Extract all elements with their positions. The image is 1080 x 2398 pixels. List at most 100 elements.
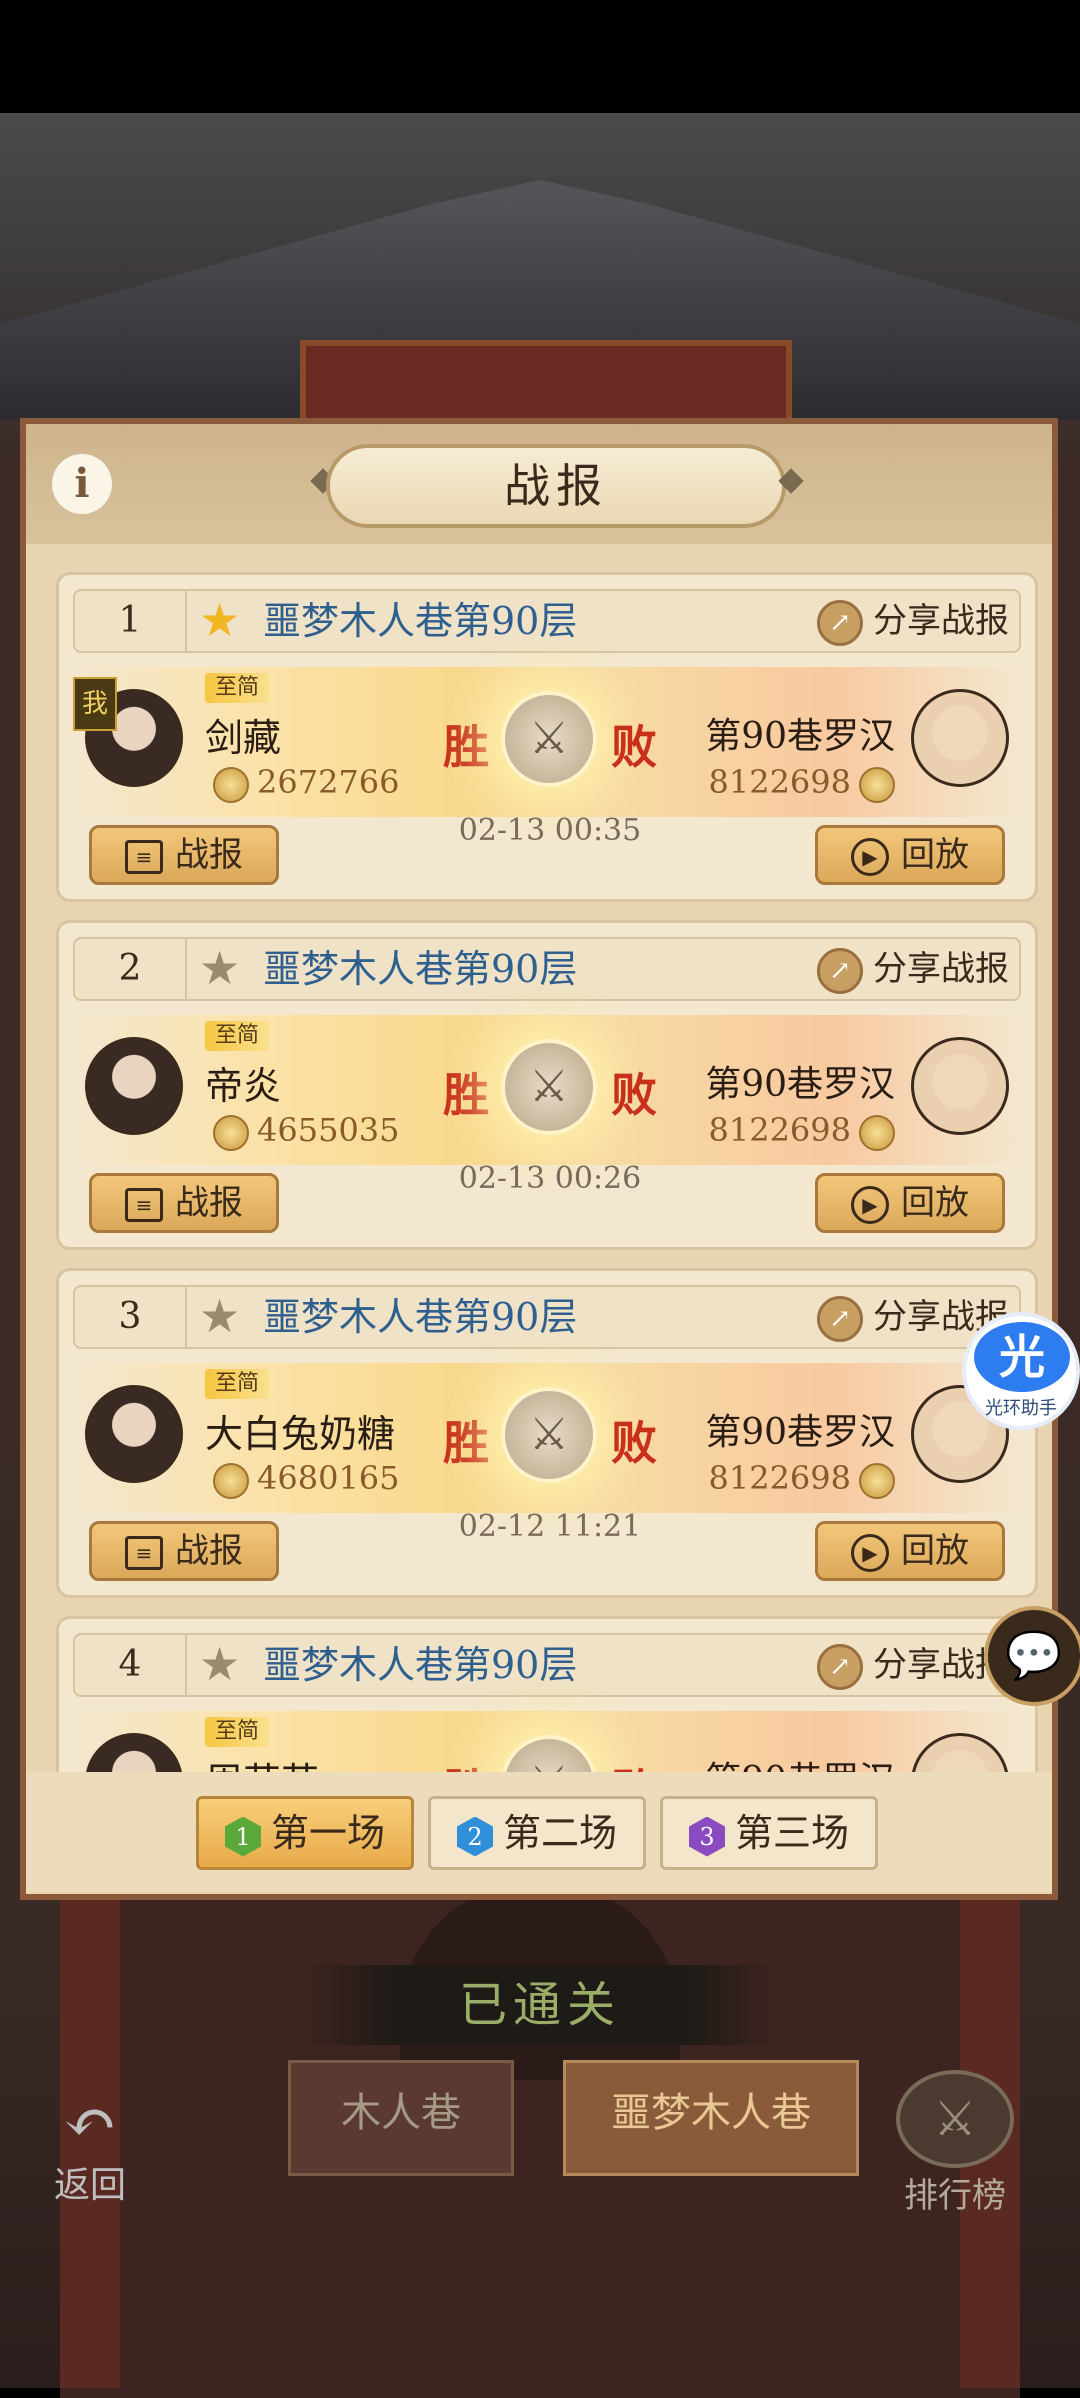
opponent-avatar[interactable] [911, 1037, 1009, 1135]
opponent-power: 8122698 [708, 1459, 895, 1499]
share-icon: ↗ [817, 600, 863, 646]
battle-band: 至简大白兔奶糖 4680165 胜 ⚔ 败 第90巷罗汉 8122698 [73, 1363, 1021, 1513]
card-header: 2 ★ 噩梦木人巷第90层 ↗ 分享战报 [73, 937, 1021, 1001]
opponent-name: 第90巷罗汉 [705, 1751, 895, 1772]
share-icon: ↗ [817, 948, 863, 994]
battle-band: 至简 帝炎 4655035 胜 ⚔ 败 第90巷罗汉 8122698 [73, 1015, 1021, 1165]
list-icon: ≡ [125, 1188, 163, 1222]
vip-tag: 至简 [205, 1717, 270, 1747]
play-icon: ▶ [851, 1186, 889, 1224]
share-icon: ↗ [817, 1296, 863, 1342]
rank-number: 1 [75, 591, 187, 651]
share-report-button[interactable]: ↗ 分享战报 [817, 595, 1009, 647]
tab-label: 第一场 [270, 1811, 385, 1855]
vip-tag: 至简 [205, 1369, 270, 1399]
tab-match-3[interactable]: 3 第三场 [660, 1796, 878, 1870]
replay-label: 回放 [901, 835, 969, 875]
lose-label: 败 [611, 720, 657, 774]
player-avatar[interactable] [85, 1733, 183, 1772]
opponent-power-value: 8122698 [708, 763, 851, 801]
player-power-value: 2672766 [257, 763, 400, 801]
player-power-value: 4680165 [257, 1459, 400, 1497]
report-button[interactable]: ≡ 战报 [89, 1173, 279, 1233]
player-avatar[interactable] [85, 1037, 183, 1135]
opponent-name: 第90巷罗汉 [705, 716, 895, 757]
opponent-power-value: 8122698 [708, 1459, 851, 1497]
tab-match-2[interactable]: 2 第二场 [428, 1796, 646, 1870]
hex-number-icon: 2 [456, 1816, 493, 1857]
report-button[interactable]: ≡ 战报 [89, 825, 279, 885]
battle-band: 至简周芷若 胜 ⚔ 败 第90巷罗汉 [73, 1711, 1021, 1772]
floor-title: 噩梦木人巷第90层 [263, 1643, 578, 1687]
lose-label: 败 [611, 1068, 657, 1122]
tab-label: 第二场 [502, 1811, 617, 1855]
player-power: 4680165 [213, 1459, 400, 1499]
back-button[interactable]: ↶ 返回 [30, 2086, 150, 2206]
opponent-power-value: 8122698 [708, 1111, 851, 1149]
tab-emeng[interactable]: 噩梦木人巷 [563, 2060, 859, 2176]
opponent-name: 第90巷罗汉 [705, 1412, 895, 1453]
crossed-swords-icon: ⚔ [896, 2070, 1014, 2168]
opponent-avatar[interactable] [911, 689, 1009, 787]
replay-label: 回放 [901, 1531, 969, 1571]
crossed-swords-icon: ⚔ [501, 1039, 597, 1135]
replay-button[interactable]: ▶ 回放 [815, 1173, 1005, 1233]
win-label: 胜 [443, 720, 489, 774]
helper-logo-icon: 光 [974, 1322, 1070, 1392]
back-label: 返回 [53, 2165, 126, 2206]
lose-label: 败 [611, 1416, 657, 1470]
cleared-label: 已通关 [300, 1965, 780, 2045]
rank-number: 3 [75, 1287, 187, 1347]
win-label: 胜 [443, 1068, 489, 1122]
opponent-power: 8122698 [708, 1111, 895, 1151]
hex-number-icon: 3 [688, 1816, 725, 1857]
battle-card: 1 ★ 噩梦木人巷第90层 ↗ 分享战报我 至简 剑藏 2672766 胜 ⚔ 败 第90巷罗汉 812… [56, 572, 1038, 902]
leaderboard-button[interactable]: ⚔ 排行榜 [880, 2070, 1030, 2216]
share-report-button[interactable]: ↗ 分享战报 [817, 1639, 1009, 1691]
me-badge: 我 [73, 677, 117, 731]
modal-title: 战报 [326, 444, 786, 528]
player-name: 大白兔奶糖 [205, 1412, 396, 1456]
play-icon: ▶ [851, 838, 889, 876]
star-icon: ★ [199, 593, 241, 647]
info-icon[interactable]: i [52, 454, 112, 514]
replay-button[interactable]: ▶ 回放 [815, 1521, 1005, 1581]
battle-card: 4★ 噩梦木人巷第90层 ↗分享战报至简周芷若 胜 ⚔ 败 第90巷罗汉 [56, 1616, 1038, 1772]
share-icon: ↗ [817, 1644, 863, 1690]
tab-muren[interactable]: 木人巷 [288, 2060, 514, 2176]
player-name: 剑藏 [205, 716, 282, 760]
floor-title: 噩梦木人巷第90层 [263, 599, 578, 643]
list-icon: ≡ [125, 840, 163, 874]
lose-label: 败 [611, 1755, 657, 1772]
chat-bubble-icon[interactable]: 💬 [984, 1606, 1080, 1706]
modal-header: i 战报 [26, 424, 1052, 544]
battle-card: 3 ★ 噩梦木人巷第90层 ↗ 分享战报 至简 大白兔奶糖 4680165 胜 ⚔ 败第90巷罗汉 8… [56, 1268, 1038, 1598]
share-report-button[interactable]: ↗ 分享战报 [817, 943, 1009, 995]
crossed-swords-icon: ⚔ [501, 691, 597, 787]
battle-list[interactable]: 1 ★ 噩梦木人巷第90层 ↗ 分享战报我至简 剑藏 2672766 胜 ⚔ 败第90巷罗汉 812… [38, 554, 1040, 1772]
crossed-swords-icon: ⚔ [501, 1387, 597, 1483]
win-label: 胜 [443, 1755, 489, 1772]
power-coin-icon [859, 1114, 895, 1151]
win-label: 胜 [443, 1416, 489, 1470]
leaderboard-label: 排行榜 [904, 2176, 1006, 2216]
report-label: 战报 [175, 1183, 243, 1223]
report-button[interactable]: ≡ 战报 [89, 1521, 279, 1581]
tab-label: 第三场 [734, 1811, 849, 1855]
vip-tag: 至简 [205, 1021, 270, 1051]
opponent-avatar[interactable] [911, 1733, 1009, 1772]
replay-button[interactable]: ▶ 回放 [815, 825, 1005, 885]
player-power: 4655035 [213, 1111, 400, 1151]
player-avatar[interactable] [85, 1385, 183, 1483]
card-header: 3 ★ 噩梦木人巷第90层 ↗ 分享战报 [73, 1285, 1021, 1349]
star-icon: ★ [199, 1289, 241, 1343]
star-icon: ★ [199, 941, 241, 995]
tab-match-1[interactable]: 1 第一场 [196, 1796, 414, 1870]
floor-title: 噩梦木人巷第90层 [263, 1295, 578, 1339]
helper-floating-button[interactable]: 光 光环助手 [962, 1312, 1080, 1430]
crossed-swords-icon: ⚔ [501, 1735, 597, 1772]
opponent-power: 8122698 [708, 763, 895, 803]
star-icon: ★ [199, 1637, 241, 1691]
back-arrow-icon: ↶ [63, 2086, 117, 2160]
list-icon: ≡ [125, 1536, 163, 1570]
